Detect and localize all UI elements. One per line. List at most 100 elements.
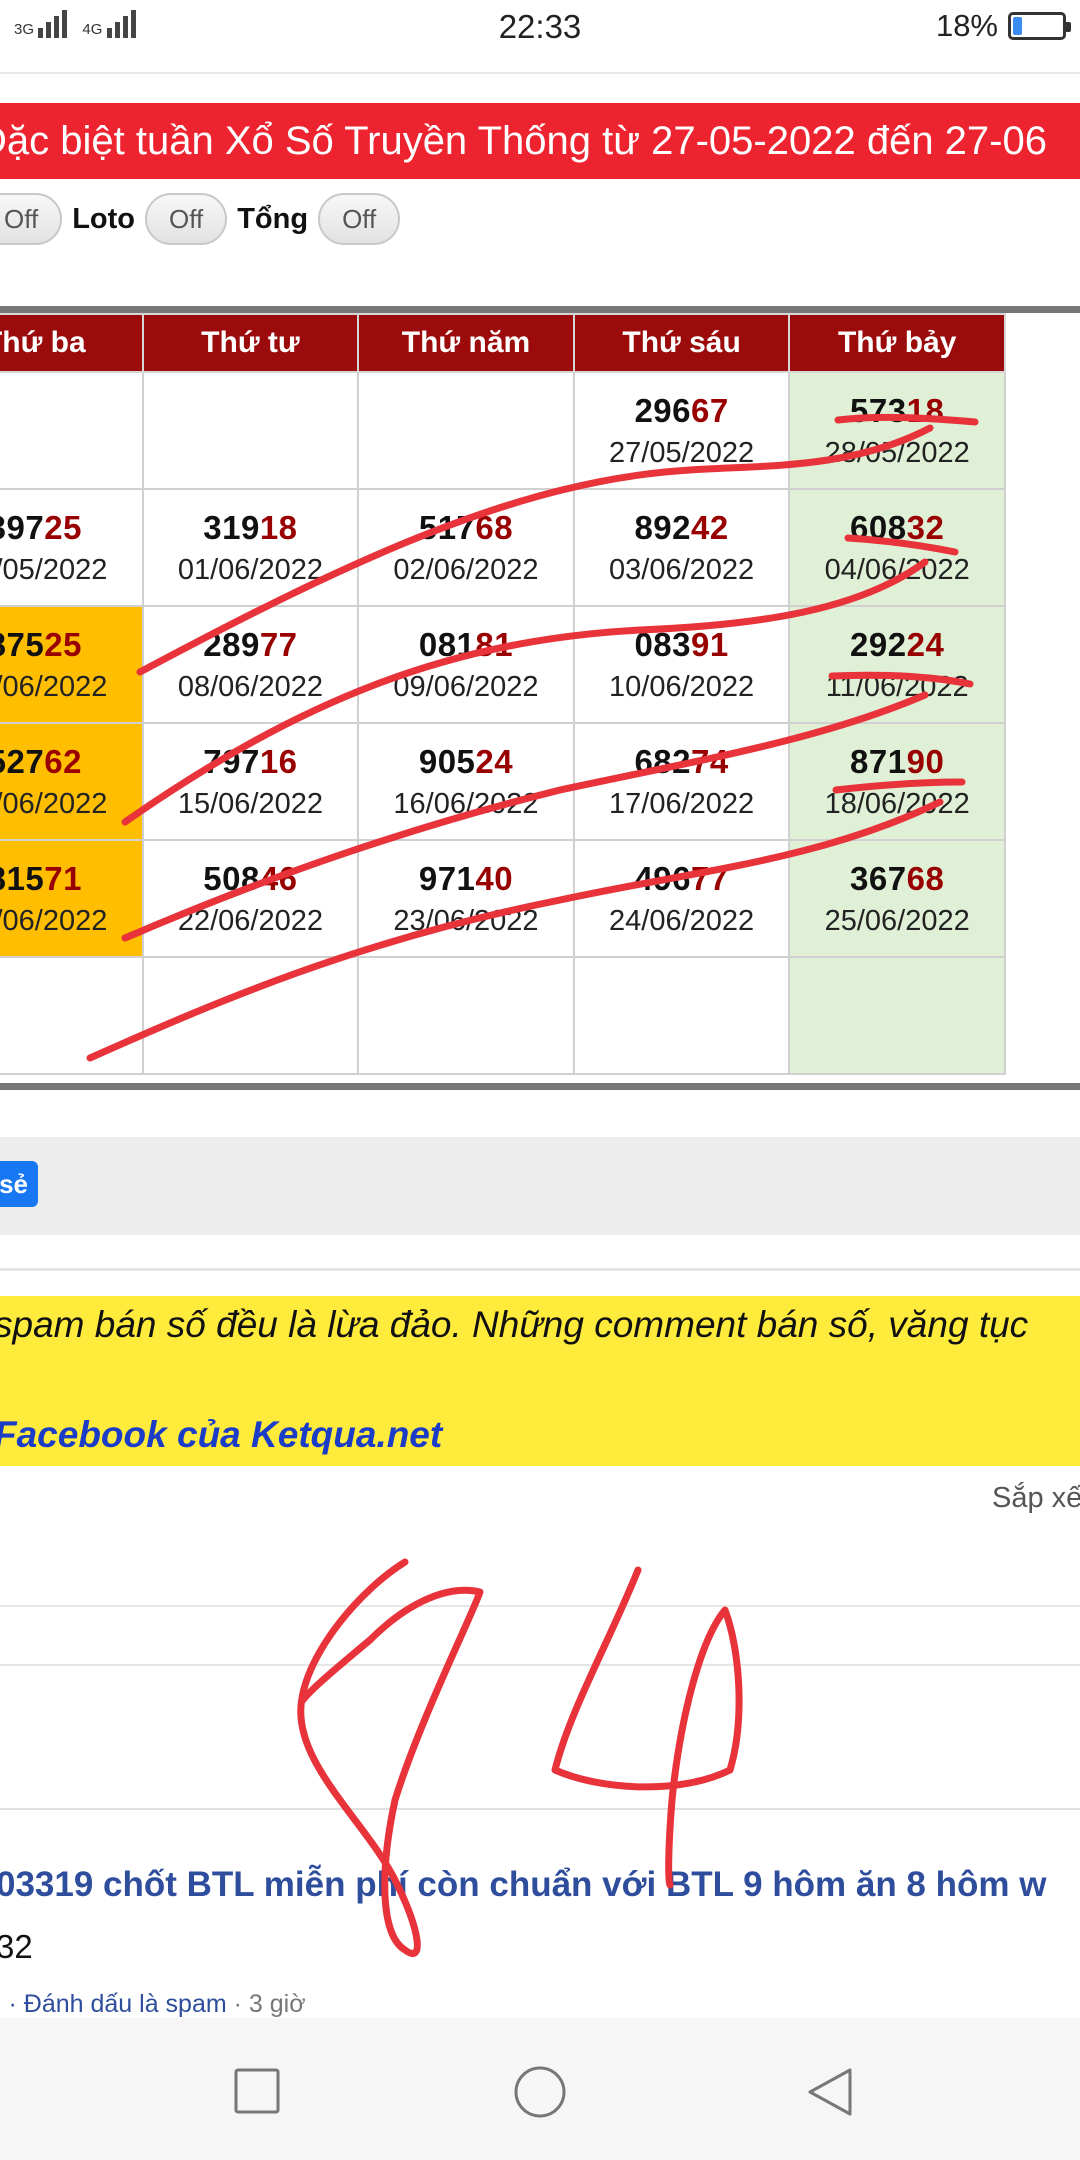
result-cell [141, 956, 360, 1075]
result-cell: 50846 22/06/2022 [141, 839, 360, 958]
page-title-banner: Đặc biệt tuần Xổ Số Truyền Thống từ 27-0… [0, 103, 1080, 179]
result-number: 50846 [144, 857, 358, 901]
result-cell: 5276214/06/2022 [0, 722, 144, 841]
result-number-head: 608 [850, 508, 907, 546]
mark-spam-link[interactable]: i · Đánh dấu là spam [0, 1990, 227, 2018]
table-row [0, 956, 1006, 1075]
result-number-tail: 90 [906, 742, 945, 780]
table-row: 8157121/06/20225084622/06/20229714023/06… [0, 839, 1006, 958]
result-cell: 68274 17/06/2022 [572, 722, 791, 841]
share-bar: sẻ [0, 1137, 1080, 1235]
home-button[interactable] [510, 2062, 570, 2122]
results-table-container: Thứ ba Thứ tư Thứ năm Thứ sáu Thứ bảy 29… [0, 306, 1080, 1090]
result-cell: 89242 03/06/2022 [572, 488, 791, 607]
result-cell: 08391 10/06/2022 [572, 605, 791, 724]
result-number-head: 397 [0, 508, 45, 546]
toggle-label-loto: Loto [72, 202, 136, 235]
result-number-tail: 18 [906, 391, 945, 429]
result-number: 79716 [144, 740, 358, 784]
result-date: 10/06/2022 [609, 670, 755, 703]
result-date: 08/06/2022 [177, 670, 323, 703]
share-button[interactable]: sẻ [0, 1161, 38, 1207]
result-number-tail: 42 [691, 508, 729, 546]
result-number: 68274 [575, 740, 789, 784]
result-number-head: 292 [850, 625, 907, 663]
divider [0, 1664, 1080, 1666]
result-cell [0, 371, 144, 490]
result-number-head: 892 [634, 508, 691, 546]
result-date: 28/05/2022 [824, 436, 970, 469]
system-nav-bar [0, 2018, 1080, 2160]
result-number: 87190 [790, 740, 1004, 784]
result-cell: 79716 15/06/2022 [141, 722, 360, 841]
result-number-head: 296 [634, 391, 691, 429]
column-header: Thứ năm [357, 313, 575, 373]
battery-icon [1008, 12, 1071, 40]
result-date: 22/06/2022 [177, 904, 323, 937]
result-cell [0, 956, 144, 1075]
result-date: 16/06/2022 [393, 787, 539, 820]
result-number-head: 875 [0, 625, 45, 663]
triangle-back-icon [808, 2068, 852, 2116]
sort-dropdown[interactable]: Sắp xếp [992, 1482, 1080, 1515]
result-number-tail: 81 [475, 625, 514, 663]
result-number: 31918 [144, 506, 358, 550]
result-cell: 90524 16/06/2022 [357, 722, 575, 841]
result-number-tail: 67 [691, 391, 729, 429]
column-header: Thứ bảy [788, 313, 1006, 373]
result-date: 11/06/2022 [825, 670, 969, 703]
result-date: 23/06/2022 [393, 904, 539, 937]
comment-time: · 3 giờ [226, 1990, 306, 2018]
page-title: Đặc biệt tuần Xổ Số Truyền Thống từ 27-0… [0, 119, 1047, 163]
result-number-head: 573 [850, 391, 907, 429]
comment-meta: i · Đánh dấu là spam · 3 giờ [0, 1990, 306, 2019]
back-button[interactable] [800, 2062, 860, 2122]
divider [0, 1808, 1080, 1810]
toggle-switch-tong[interactable]: Off [318, 193, 401, 245]
result-number-head: 905 [418, 742, 476, 780]
result-number-tail: 71 [44, 859, 82, 897]
result-cell: 3972531/05/2022 [0, 488, 144, 607]
result-number-tail: 24 [475, 742, 514, 780]
result-number-tail: 18 [259, 508, 298, 546]
result-cell: 31918 01/06/2022 [141, 488, 360, 607]
result-cell: 57318 28/05/2022 [788, 371, 1006, 490]
column-header: Thứ sáu [572, 313, 791, 373]
toggle-label-tong: Tổng [237, 202, 309, 235]
result-cell: 29667 27/05/2022 [572, 371, 791, 490]
result-cell: 08181 09/06/2022 [357, 605, 575, 724]
toggle-switch-loto[interactable]: Off [145, 193, 228, 245]
result-number-tail: 24 [906, 625, 945, 663]
result-number: 29667 [575, 389, 789, 433]
result-date: 18/06/2022 [824, 787, 970, 820]
result-number-head: 971 [418, 859, 476, 897]
results-table: Thứ ba Thứ tư Thứ năm Thứ sáu Thứ bảy 29… [0, 313, 1006, 1075]
battery-fill [1013, 17, 1022, 35]
recent-apps-button[interactable] [228, 2062, 288, 2122]
result-number-tail: 16 [259, 742, 298, 780]
toggle-switch-first[interactable]: Off [0, 193, 63, 245]
result-date: 01/06/2022 [177, 553, 323, 586]
comment-title[interactable]: 03319 chốt BTL miễn phí còn chuẩn với BT… [0, 1865, 1046, 1905]
result-cell [572, 956, 791, 1075]
toggle-row: Off Loto Off Tổng Off [0, 190, 1080, 248]
result-number-tail: 62 [44, 742, 82, 780]
column-header: Thứ ba [0, 313, 144, 373]
facebook-link[interactable]: Facebook của Ketqua.net [0, 1414, 442, 1456]
result-date: 02/06/2022 [393, 553, 539, 586]
result-number: 51768 [359, 506, 573, 550]
result-cell [141, 371, 360, 490]
result-number-tail: 77 [259, 625, 298, 663]
result-date: 15/06/2022 [177, 787, 323, 820]
result-number: 57318 [790, 389, 1004, 433]
result-date: 17/06/2022 [609, 787, 755, 820]
result-number-head: 319 [203, 508, 260, 546]
result-number-head: 508 [203, 859, 260, 897]
battery-percent: 18% [935, 8, 998, 43]
result-cell [788, 956, 1006, 1075]
table-header-row: Thứ ba Thứ tư Thứ năm Thứ sáu Thứ bảy [0, 313, 1006, 373]
result-cell: 36768 25/06/2022 [788, 839, 1006, 958]
result-number: 39725 [0, 506, 142, 550]
table-body: 2966727/05/20225731828/05/20223972531/05… [0, 371, 1006, 1075]
result-number-tail: 68 [475, 508, 514, 546]
